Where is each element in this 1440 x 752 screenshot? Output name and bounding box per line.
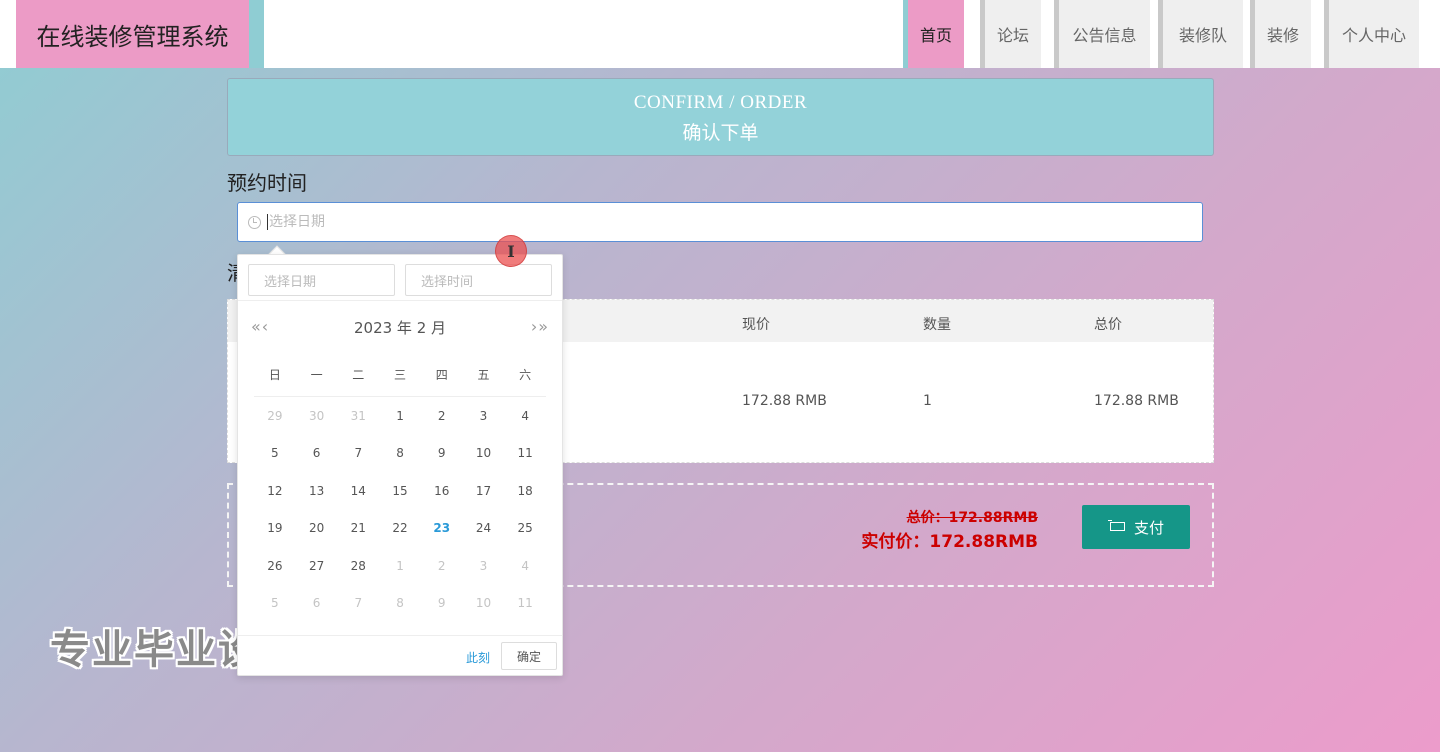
calendar-day[interactable]: 5 <box>254 446 296 460</box>
calendar-week-row: 12 13 14 15 16 17 18 <box>238 472 562 510</box>
calendar-day[interactable]: 26 <box>254 559 296 573</box>
calendar-week-row: 5 6 7 8 9 10 11 <box>238 435 562 473</box>
original-total: 总价：172.88RMB <box>906 510 1038 526</box>
picker-footer: 此刻 确定 <box>238 635 562 675</box>
calendar-day[interactable]: 5 <box>254 596 296 610</box>
calendar-day[interactable]: 11 <box>504 446 546 460</box>
calendar-day[interactable]: 9 <box>421 446 463 460</box>
calendar-day-today[interactable]: 23 <box>421 521 463 535</box>
calendar-day[interactable]: 3 <box>463 409 505 423</box>
calendar-day[interactable]: 11 <box>504 596 546 610</box>
banner-title-en: CONFIRM / ORDER <box>633 92 808 113</box>
nav-home[interactable]: 首页 <box>903 0 964 68</box>
calendar-week-row: 19 20 21 22 23 24 25 <box>238 510 562 548</box>
calendar-day[interactable]: 29 <box>254 409 296 423</box>
calendar-day[interactable]: 6 <box>296 446 338 460</box>
calendar-day[interactable]: 6 <box>296 596 338 610</box>
cart-icon <box>1107 520 1126 534</box>
weekday-label: 四 <box>435 368 448 382</box>
calendar-day[interactable]: 15 <box>379 484 421 498</box>
calendar-week-row: 26 27 28 1 2 3 4 <box>238 547 562 585</box>
nav-user-center[interactable]: 个人中心 <box>1324 0 1419 68</box>
picker-date-input[interactable]: 选择日期 <box>248 264 395 296</box>
picker-month-nav: «‹ 2023 年 2 月 ›» <box>238 301 562 353</box>
calendar-day[interactable]: 8 <box>379 446 421 460</box>
picker-month-title[interactable]: 2023 年 2 月 <box>238 317 562 338</box>
calendar-day[interactable]: 25 <box>504 521 546 535</box>
calendar-day[interactable]: 10 <box>463 446 505 460</box>
booking-time-label: 预约时间 <box>227 171 307 195</box>
row-total: 172.88 RMB <box>1094 393 1179 409</box>
calendar-day[interactable]: 4 <box>504 559 546 573</box>
clock-icon <box>248 215 261 229</box>
banner-title-cn: 确认下单 <box>682 123 759 144</box>
calendar-day[interactable]: 7 <box>337 446 379 460</box>
row-quantity: 1 <box>923 393 932 409</box>
booking-date-field[interactable] <box>237 202 1203 242</box>
calendar-day[interactable]: 22 <box>379 521 421 535</box>
calendar-day[interactable]: 18 <box>504 484 546 498</box>
nav-renovation-team[interactable]: 装修队 <box>1158 0 1243 68</box>
calendar-day[interactable]: 8 <box>379 596 421 610</box>
calendar-day[interactable]: 27 <box>296 559 338 573</box>
pay-button[interactable]: 支付 <box>1082 505 1190 549</box>
calendar-day[interactable]: 30 <box>296 409 338 423</box>
calendar-day[interactable]: 2 <box>421 409 463 423</box>
calendar-day[interactable]: 21 <box>337 521 379 535</box>
next-month-year-icon[interactable]: ›» <box>531 317 549 336</box>
calendar-day[interactable]: 16 <box>421 484 463 498</box>
booking-date-input[interactable] <box>269 214 1069 230</box>
site-brand[interactable]: 在线装修管理系统 <box>16 0 249 68</box>
row-price: 172.88 RMB <box>742 393 827 409</box>
weekday-label: 六 <box>519 368 532 382</box>
calendar-day[interactable]: 1 <box>379 409 421 423</box>
confirm-button[interactable]: 确定 <box>501 642 557 670</box>
top-header: 在线装修管理系统 首页 论坛 公告信息 装修队 装修 个人中心 <box>0 0 1440 68</box>
calendar-day[interactable]: 28 <box>337 559 379 573</box>
calendar-day[interactable]: 2 <box>421 559 463 573</box>
brand-divider <box>249 0 264 68</box>
calendar-day[interactable]: 12 <box>254 484 296 498</box>
calendar-day[interactable]: 3 <box>463 559 505 573</box>
calendar-day[interactable]: 7 <box>337 596 379 610</box>
header-total-price: 总价 <box>1094 317 1122 333</box>
header-quantity: 数量 <box>923 317 951 333</box>
calendar-day[interactable]: 9 <box>421 596 463 610</box>
nav-forum[interactable]: 论坛 <box>980 0 1041 68</box>
confirm-order-banner: CONFIRM / ORDER 确认下单 <box>227 78 1214 156</box>
weekday-label: 一 <box>310 368 323 382</box>
pay-button-label: 支付 <box>1133 518 1164 537</box>
calendar-day[interactable]: 19 <box>254 521 296 535</box>
calendar-day[interactable]: 24 <box>463 521 505 535</box>
calendar-day[interactable]: 1 <box>379 559 421 573</box>
weekday-label: 日 <box>268 368 281 382</box>
mouse-cursor-indicator: I <box>495 235 527 267</box>
nav-renovation[interactable]: 装修 <box>1250 0 1311 68</box>
weekday-header: 日一二三四五六 <box>254 353 546 397</box>
calendar-grid: 29 30 31 1 2 3 4 5 6 7 8 9 10 11 12 13 14 15 16 17 18 19 20 21 2… <box>238 397 562 622</box>
calendar-day[interactable]: 13 <box>296 484 338 498</box>
calendar-day[interactable]: 4 <box>504 409 546 423</box>
now-button[interactable]: 此刻 <box>466 649 490 666</box>
date-picker-popup: 选择日期 选择时间 «‹ 2023 年 2 月 ›» 日一二三四五六 29 30 3… <box>237 254 563 676</box>
calendar-week-row: 29 30 31 1 2 3 4 <box>238 397 562 435</box>
weekday-label: 五 <box>477 368 490 382</box>
weekday-label: 三 <box>394 368 407 382</box>
calendar-day[interactable]: 17 <box>463 484 505 498</box>
calendar-day[interactable]: 14 <box>337 484 379 498</box>
calendar-day[interactable]: 10 <box>463 596 505 610</box>
weekday-label: 二 <box>352 368 365 382</box>
header-current-price: 现价 <box>742 317 770 333</box>
actual-total: 实付价：172.88RMB <box>861 532 1038 552</box>
calendar-day[interactable]: 31 <box>337 409 379 423</box>
nav-announcements[interactable]: 公告信息 <box>1054 0 1150 68</box>
picker-time-input[interactable]: 选择时间 <box>405 264 552 296</box>
calendar-week-row: 5 6 7 8 9 10 11 <box>238 585 562 623</box>
calendar-day[interactable]: 20 <box>296 521 338 535</box>
text-caret <box>267 214 268 230</box>
